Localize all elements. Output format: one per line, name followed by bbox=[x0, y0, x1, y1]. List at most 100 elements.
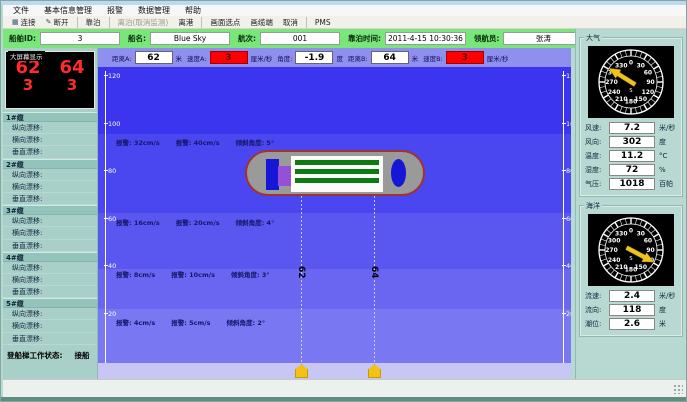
mooring-section: 5#缆 纵向漂移: 横向漂移: 垂直漂移: bbox=[3, 298, 97, 345]
reading-label: 温度: bbox=[585, 151, 609, 161]
drift-row-longitudinal: 纵向漂移: bbox=[3, 215, 97, 227]
toolbar-button-label: 取消 bbox=[283, 17, 298, 28]
mooring-sections: 1#缆 纵向漂移: 横向漂移: 垂直漂移: 2#缆 纵向漂移: 横向漂移: 垂直… bbox=[3, 112, 97, 345]
svg-text:60: 60 bbox=[644, 237, 652, 244]
menu-item[interactable]: 报警 bbox=[107, 5, 123, 16]
menu-item[interactable]: 基本信息管理 bbox=[44, 5, 92, 16]
info-field-input[interactable]: 001 bbox=[260, 32, 340, 45]
display-distance-a: 62 bbox=[15, 59, 40, 77]
toolbar-button[interactable]: ✎ 断开 bbox=[41, 17, 78, 28]
reading-label: 流速: bbox=[585, 291, 609, 301]
wind-compass-gauge: 0306090120150180210240270300330S bbox=[588, 46, 674, 118]
alarm-speed-a-label: 报警: 32cm/s bbox=[116, 137, 160, 147]
info-field-input[interactable]: 3 bbox=[40, 32, 120, 45]
warning-zone-row: 报警: 4cm/s 报警: 5cm/s 倾斜角度: 2° bbox=[116, 317, 265, 327]
reading-label: 风向: bbox=[585, 137, 609, 147]
toolbar-button[interactable]: 画面选点 bbox=[205, 17, 245, 28]
gangway-status-value: 接船 bbox=[75, 350, 90, 361]
warning-zone-row: 报警: 8cm/s 报警: 10cm/s 倾斜角度: 3° bbox=[116, 269, 270, 279]
toolbar-button[interactable]: 离泊(取消监测) bbox=[113, 17, 174, 28]
reading-label: 流向: bbox=[585, 305, 609, 315]
mooring-section: 1#缆 纵向漂移: 横向漂移: 垂直漂移: bbox=[3, 112, 97, 159]
reading-row: 风向: 302 度 bbox=[583, 136, 679, 148]
svg-text:0: 0 bbox=[629, 60, 633, 67]
reading-label: 风速: bbox=[585, 123, 609, 133]
menu-bar: 文件 基本信息管理 报警 数据管理 帮助 bbox=[3, 5, 686, 16]
reading-unit: 米/秒 bbox=[659, 291, 675, 301]
ocean-readings: 流速: 2.4 米/秒 流向: 118 度 潮位: 2.6 米 bbox=[583, 290, 679, 330]
drift-row-vertical: 垂直漂移: bbox=[3, 333, 97, 345]
drift-row-lateral: 横向漂移: bbox=[3, 181, 97, 193]
measurement-value: 3 bbox=[446, 51, 484, 64]
toolbar-button-label: 靠泊 bbox=[86, 17, 101, 28]
toolbar-button[interactable]: 画缆端 bbox=[245, 17, 278, 28]
toolbar-button-label: 离泊(取消监测) bbox=[118, 17, 169, 28]
measurement-label: 速度A: bbox=[187, 53, 207, 63]
svg-text:300: 300 bbox=[608, 237, 621, 244]
measurement-field: 距离B: 64 米 bbox=[348, 51, 418, 64]
measurement-bar: 距离A: 62 米 速度A: 3 厘米/秒 角度: -1.9 度 距离B: 64… bbox=[98, 48, 571, 67]
gangway-status-row: 登船梯工作状态: 接船 bbox=[3, 350, 97, 361]
reading-unit: 米/秒 bbox=[659, 123, 675, 133]
info-field-input[interactable]: 张涛 bbox=[503, 32, 583, 45]
resize-grip-icon[interactable] bbox=[673, 384, 683, 394]
toolbar-button-label: 画缆端 bbox=[250, 17, 273, 28]
warning-zone-row: 报警: 16cm/s 报警: 20cm/s 倾斜角度: 4° bbox=[116, 217, 274, 227]
alarm-speed-b-label: 报警: 10cm/s bbox=[171, 269, 215, 279]
distance-line-a bbox=[301, 196, 302, 363]
reading-row: 流向: 118 度 bbox=[583, 304, 679, 316]
measurement-field: 速度B: 3 厘米/秒 bbox=[423, 51, 508, 64]
info-field-input[interactable]: 2011-4-15 10:30:36 bbox=[385, 32, 466, 45]
cargo-stripe bbox=[295, 160, 379, 165]
alarm-speed-b-label: 报警: 40cm/s bbox=[176, 137, 220, 147]
reading-value: 11.2 bbox=[609, 150, 655, 162]
drift-row-longitudinal: 纵向漂移: bbox=[3, 262, 97, 274]
toolbar-button-label: 画面选点 bbox=[210, 17, 240, 28]
cargo-stripe bbox=[295, 169, 379, 174]
svg-text:30: 30 bbox=[637, 62, 645, 69]
reading-row: 潮位: 2.6 米 bbox=[583, 318, 679, 330]
toolbar-button[interactable]: ▦ 连接 bbox=[7, 17, 41, 28]
toolbar-icon: ✎ bbox=[46, 18, 52, 26]
info-field-input[interactable]: Blue Sky bbox=[150, 32, 230, 45]
measurement-value: 3 bbox=[210, 51, 248, 64]
svg-text:270: 270 bbox=[605, 79, 618, 86]
toolbar-button[interactable]: 靠泊 bbox=[81, 17, 110, 28]
toolbar-button[interactable]: 取消 bbox=[278, 17, 307, 28]
info-field-label: 船舶ID: bbox=[9, 33, 36, 44]
tilt-angle-label: 倾斜角度: 3° bbox=[231, 269, 270, 279]
measurement-field: 角度: -1.9 度 bbox=[277, 51, 343, 64]
toolbar-icon: ▦ bbox=[12, 18, 19, 26]
drift-row-vertical: 垂直漂移: bbox=[3, 193, 97, 205]
drift-row-lateral: 横向漂移: bbox=[3, 320, 97, 332]
drift-row-vertical: 垂直漂移: bbox=[3, 286, 97, 298]
window-bottom-border bbox=[1, 397, 687, 402]
environment-panel: 大气 0306090120150180210240270300330S 风速: … bbox=[575, 29, 686, 379]
mooring-section-header: 1#缆 bbox=[3, 112, 97, 122]
reading-row: 湿度: 72 % bbox=[583, 164, 679, 176]
menu-item[interactable]: 数据管理 bbox=[138, 5, 170, 16]
app-window: 文件 基本信息管理 报警 数据管理 帮助 ▦ 连接 ✎ 断开 靠泊 离泊(取消监测) bbox=[0, 0, 687, 402]
info-field-label: 领航员: bbox=[474, 33, 500, 44]
measurement-label: 距离A: bbox=[112, 53, 132, 63]
display-title: 大屏幕显示 bbox=[8, 51, 45, 61]
menu-item[interactable]: 文件 bbox=[13, 5, 29, 16]
menu-item[interactable]: 帮助 bbox=[185, 5, 201, 16]
ocean-group: 海洋 0306090120150180210240270300330S 流速: … bbox=[579, 205, 683, 337]
toolbar: ▦ 连接 ✎ 断开 靠泊 离泊(取消监测) 离港 bbox=[3, 16, 686, 29]
svg-text:240: 240 bbox=[608, 89, 621, 96]
left-panel: 大屏幕显示 62 64 3 3 1#缆 纵向漂移: 横向漂移: 垂直漂移: bbox=[3, 48, 98, 379]
svg-text:90: 90 bbox=[646, 79, 654, 86]
drift-row-vertical: 垂直漂移: bbox=[3, 146, 97, 158]
reading-unit: 百帕 bbox=[659, 179, 673, 189]
info-field: 船名: Blue Sky bbox=[128, 32, 230, 45]
mooring-section: 2#缆 纵向漂移: 横向漂移: 垂直漂移: bbox=[3, 159, 97, 206]
toolbar-button[interactable]: PMS bbox=[310, 17, 336, 28]
measurement-label: 距离B: bbox=[348, 53, 368, 63]
svg-text:270: 270 bbox=[605, 247, 618, 254]
reading-value: 2.4 bbox=[609, 290, 655, 302]
measurement-unit: 厘米/秒 bbox=[251, 53, 273, 63]
info-field: 靠泊时间: 2011-4-15 10:30:36 bbox=[348, 32, 466, 45]
drift-row-longitudinal: 纵向漂移: bbox=[3, 169, 97, 181]
toolbar-button[interactable]: 离港 bbox=[173, 17, 202, 28]
